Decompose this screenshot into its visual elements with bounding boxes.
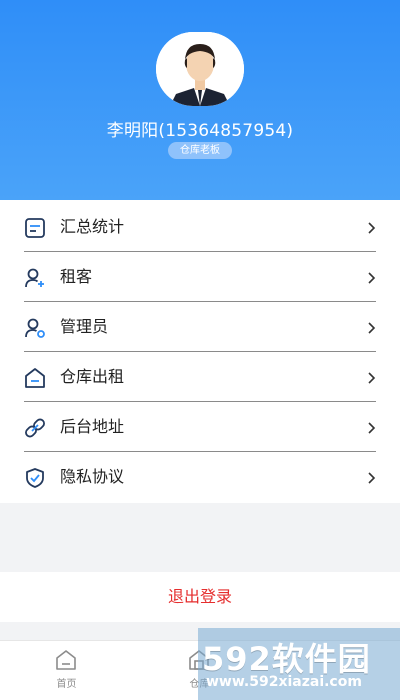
menu-item-tenant[interactable]: 租客: [0, 252, 400, 302]
warehouse-icon: [25, 368, 45, 388]
role-badge: 仓库老板: [168, 142, 232, 159]
chevron-right-icon: [368, 322, 376, 334]
home-icon: [56, 650, 76, 670]
menu-item-summary[interactable]: 汇总统计: [0, 202, 400, 252]
menu-item-privacy[interactable]: 隐私协议: [0, 452, 400, 502]
menu-item-backend-address[interactable]: 后台地址: [0, 402, 400, 452]
admin-icon: [25, 318, 45, 338]
tab-home[interactable]: 首页: [0, 641, 133, 700]
menu-label: 后台地址: [60, 417, 125, 436]
menu-list: 汇总统计 租客 管理员 仓库出租 后台地址 隐私协议: [0, 200, 400, 503]
avatar[interactable]: [156, 32, 244, 106]
chevron-right-icon: [368, 472, 376, 484]
watermark-url: www.592xiazai.com: [206, 674, 362, 690]
logout-button[interactable]: 退出登录: [0, 572, 400, 622]
tab-label: 首页: [56, 679, 77, 690]
menu-item-admin[interactable]: 管理员: [0, 302, 400, 352]
tenant-icon: [25, 268, 44, 288]
summary-icon: [25, 218, 45, 238]
chevron-right-icon: [368, 422, 376, 434]
menu-label: 管理员: [60, 317, 109, 336]
avatar-person-icon: [156, 32, 244, 106]
menu-item-warehouse-rent[interactable]: 仓库出租: [0, 352, 400, 402]
chevron-right-icon: [368, 372, 376, 384]
menu-label: 汇总统计: [60, 217, 125, 236]
link-icon: [25, 418, 45, 438]
chevron-right-icon: [368, 272, 376, 284]
menu-label: 仓库出租: [60, 367, 125, 386]
user-name: 李明阳(15364857954): [106, 121, 294, 141]
menu-label: 隐私协议: [60, 467, 125, 486]
chevron-right-icon: [368, 222, 376, 234]
watermark: 592软件园 www.592xiazai.com: [198, 628, 400, 700]
shield-icon: [26, 468, 44, 488]
profile-header: 李明阳(15364857954) 仓库老板: [0, 0, 400, 200]
menu-label: 租客: [60, 267, 93, 286]
